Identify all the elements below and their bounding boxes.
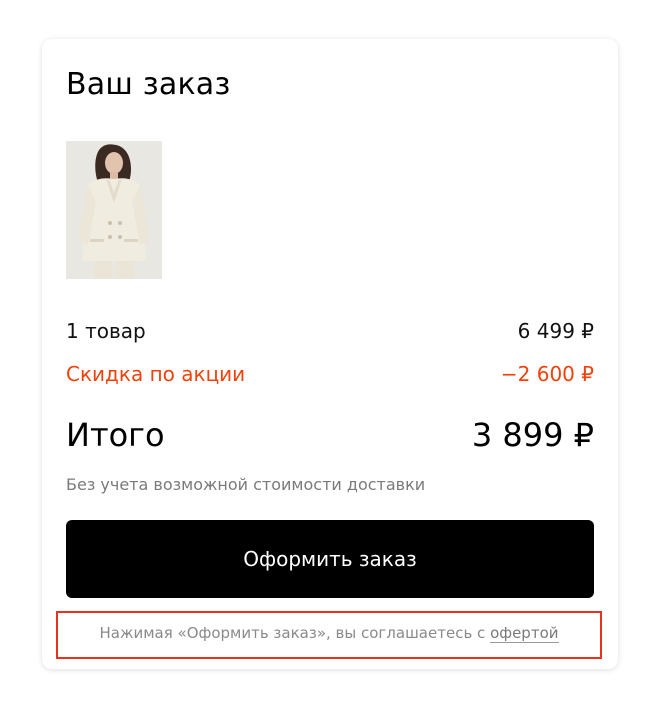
items-price: 6 499 ₽ xyxy=(517,319,594,343)
offer-link[interactable]: офертой xyxy=(490,624,559,643)
checkout-button[interactable]: Оформить заказ xyxy=(66,520,594,598)
order-summary-card: Ваш заказ 1 товар 6 499 ₽ Скидка по акци… xyxy=(42,39,618,669)
coat-photo-image xyxy=(66,141,162,279)
delivery-note: Без учета возможной стоимости доставки xyxy=(66,475,426,494)
total-value: 3 899 ₽ xyxy=(471,416,594,454)
discount-label: Скидка по акции xyxy=(66,362,246,386)
order-title: Ваш заказ xyxy=(66,67,231,102)
total-label: Итого xyxy=(66,416,165,454)
product-thumbnail[interactable] xyxy=(66,141,162,279)
consent-prefix: Нажимая «Оформить заказ», вы соглашаетес… xyxy=(99,624,491,642)
items-row: 1 товар 6 499 ₽ xyxy=(66,319,594,343)
total-row: Итого 3 899 ₽ xyxy=(66,416,594,454)
items-count-label: 1 товар xyxy=(66,319,146,343)
consent-text: Нажимая «Оформить заказ», вы соглашаетес… xyxy=(56,624,602,643)
discount-value: −2 600 ₽ xyxy=(500,362,594,386)
discount-row: Скидка по акции −2 600 ₽ xyxy=(66,362,594,386)
